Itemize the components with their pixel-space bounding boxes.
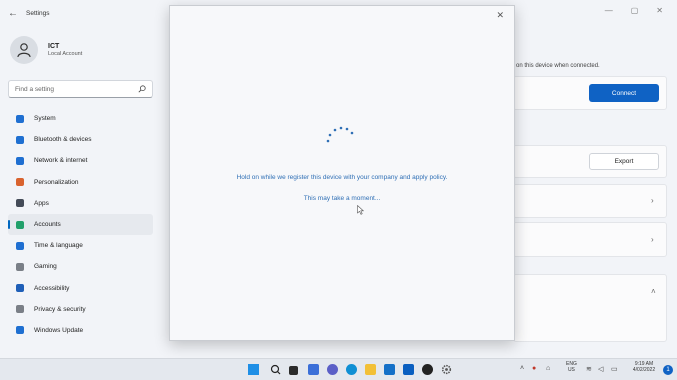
connect-description: on this device when connected. [516, 63, 600, 69]
battery-tray-icon[interactable]: ▭ [611, 365, 618, 373]
connect-button[interactable]: Connect [589, 84, 659, 102]
window-controls: — ▢ ✕ [605, 6, 663, 15]
search-box[interactable] [8, 80, 153, 98]
sidebar-item-label: Accessibility [34, 284, 70, 292]
clock[interactable]: 9:19 AM 4/02/2022 [628, 361, 660, 373]
sidebar-item-windows-update[interactable]: Windows Update [8, 320, 153, 341]
shield-icon [16, 305, 24, 314]
sidebar-item-label: System [34, 115, 56, 123]
title-bar: ← Settings [8, 8, 50, 19]
settings-card-1[interactable] [513, 184, 667, 218]
sidebar-item-accounts[interactable]: Accounts [8, 213, 153, 236]
settings-card-2[interactable] [513, 222, 667, 257]
profile-name: ICT [48, 43, 60, 50]
dialog-submessage: This may take a moment... [303, 195, 381, 202]
gamepad-icon [16, 262, 24, 271]
sidebar-item-accessibility[interactable]: Accessibility [8, 278, 153, 299]
sidebar-item-gaming[interactable]: Gaming [8, 256, 153, 277]
language-indicator[interactable]: ENG US [566, 361, 577, 373]
mouse-cursor-icon [357, 205, 364, 215]
sidebar-item-label: Personalization [34, 178, 79, 186]
volume-tray-icon[interactable]: ◁ [598, 365, 603, 373]
chevron-right-icon[interactable]: › [651, 196, 654, 205]
search-input[interactable] [15, 85, 125, 93]
widgets-icon[interactable] [308, 364, 319, 375]
sidebar-item-label: Bluetooth & devices [34, 136, 92, 144]
profile-account-type: Local Account [48, 51, 83, 57]
sidebar-item-apps[interactable]: Apps [8, 193, 153, 214]
file-explorer-icon[interactable] [365, 364, 376, 375]
chevron-right-icon[interactable]: › [651, 235, 654, 244]
dialog-close-button[interactable]: ✕ [496, 10, 504, 21]
apps-icon [16, 199, 24, 208]
edge-icon[interactable] [346, 364, 357, 375]
search-icon[interactable] [138, 85, 146, 93]
media-icon[interactable] [422, 364, 433, 375]
sidebar-item-system[interactable]: System [8, 108, 153, 129]
notification-badge[interactable]: 1 [663, 365, 673, 375]
chevron-up-icon[interactable]: ˄ [651, 287, 656, 296]
app-title: Settings [26, 10, 50, 17]
close-window-button[interactable]: ✕ [656, 6, 663, 15]
chevron-up-tray-icon[interactable]: ˄ [520, 365, 524, 372]
sidebar-item-time-language[interactable]: Time & language [8, 235, 153, 256]
wifi-tray-icon[interactable]: ≋ [586, 365, 592, 373]
sidebar-item-privacy-security[interactable]: Privacy & security [8, 299, 153, 320]
search-taskbar-icon[interactable] [270, 364, 281, 375]
sidebar-item-bluetooth-devices[interactable]: Bluetooth & devices [8, 129, 153, 150]
sidebar-nav: System Bluetooth & devices Network & inter… [8, 108, 153, 341]
chat-icon[interactable] [327, 364, 338, 375]
taskbar: ˄ ● ⌂ ENG US ≋ ◁ ▭ 9:19 AM 4/02/2022 1 [0, 358, 677, 380]
update-icon [16, 326, 24, 335]
sidebar-item-label: Network & internet [34, 157, 88, 165]
store-icon[interactable] [384, 364, 395, 375]
wifi-icon [16, 156, 24, 165]
maximize-button[interactable]: ▢ [631, 6, 639, 15]
sidebar-item-label: Accounts [34, 221, 61, 229]
person-icon [17, 43, 31, 58]
accounts-icon [16, 220, 24, 229]
brush-icon [16, 178, 24, 187]
sidebar-item-network-internet[interactable]: Network & internet [8, 150, 153, 171]
enrollment-dialog: ✕ Hold on while we register this device … [169, 5, 515, 341]
accessibility-icon [16, 284, 24, 293]
task-view-icon[interactable] [289, 366, 298, 375]
sidebar-item-label: Gaming [34, 263, 57, 271]
mic-tray-icon[interactable]: ⌂ [546, 365, 550, 372]
clock-date: 4/02/2022 [632, 367, 656, 373]
back-arrow-icon[interactable]: ← [8, 8, 18, 19]
export-button[interactable]: Export [589, 153, 659, 170]
bluetooth-icon [16, 135, 24, 144]
globe-icon [16, 241, 24, 250]
settings-card-3[interactable] [513, 274, 667, 342]
user-profile: ICT Local Account [10, 36, 82, 64]
start-icon[interactable] [248, 364, 259, 375]
sidebar-item-label: Windows Update [34, 326, 84, 334]
avatar [10, 36, 38, 64]
monitor-icon [16, 114, 24, 123]
minimize-button[interactable]: — [605, 6, 613, 15]
sidebar-item-personalization[interactable]: Personalization [8, 172, 153, 193]
region-code: US [567, 367, 575, 373]
sidebar-item-label: Apps [34, 199, 49, 207]
sidebar-item-label: Privacy & security [34, 305, 86, 313]
loading-spinner-icon [326, 126, 354, 143]
sidebar-item-label: Time & language [34, 242, 83, 250]
outlook-icon[interactable] [403, 364, 414, 375]
security-tray-icon[interactable]: ● [532, 365, 536, 372]
dialog-message: Hold on while we register this device wi… [236, 174, 448, 181]
settings-gear-icon[interactable] [441, 364, 452, 375]
